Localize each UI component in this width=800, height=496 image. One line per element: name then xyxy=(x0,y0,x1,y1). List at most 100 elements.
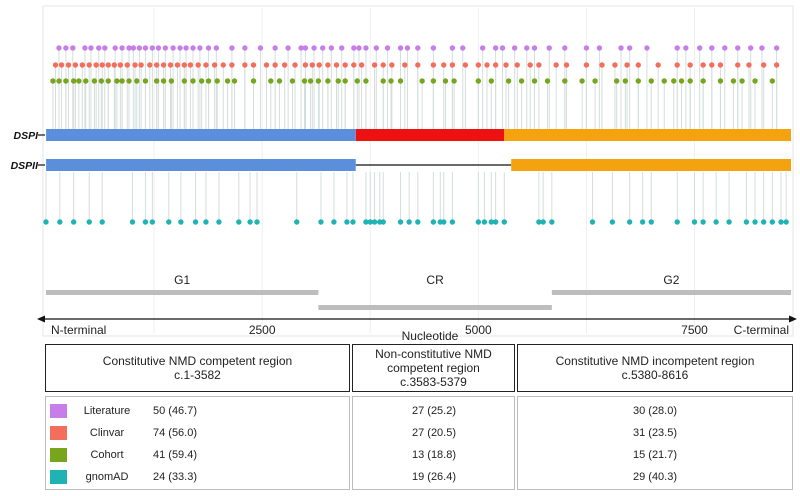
gnomad-point xyxy=(743,219,750,225)
gnomad-point xyxy=(449,219,456,225)
region-box-nmd-incompetent: Constitutive NMD incompetent region c.53… xyxy=(517,344,793,392)
gnomad-point xyxy=(674,219,680,225)
gnomad-point xyxy=(481,219,488,225)
cohort-point xyxy=(661,78,667,84)
clinvar-point xyxy=(105,62,111,68)
literature-point xyxy=(397,45,404,51)
gnomad-point xyxy=(142,219,149,225)
clinvar-point xyxy=(358,62,365,68)
cohort-point xyxy=(739,78,745,84)
region-bar xyxy=(46,290,319,295)
gnomad-point xyxy=(783,219,789,225)
region-label: G2 xyxy=(663,273,679,287)
gnomad-point xyxy=(57,219,63,225)
cohort-point xyxy=(105,78,111,84)
table-cell: 50 (46.7) xyxy=(152,405,198,417)
clinvar-point xyxy=(674,62,680,68)
cohort-point xyxy=(505,78,512,84)
table-cell: 13 (18.8) xyxy=(411,449,457,461)
cohort-point xyxy=(380,78,386,84)
cohort-point xyxy=(430,78,437,84)
cohort-point xyxy=(134,78,140,84)
cohort-point xyxy=(562,78,568,84)
clinvar-point xyxy=(167,62,174,68)
clinvar-point xyxy=(503,62,509,68)
literature-point xyxy=(759,45,765,51)
table-cell: 27 (25.2) xyxy=(411,405,457,417)
literature-point xyxy=(356,45,362,51)
cohort-point xyxy=(114,78,120,84)
gnomad-point xyxy=(216,219,222,225)
clinvar-point xyxy=(430,62,437,68)
gnomad-point xyxy=(371,219,378,225)
clinvar-point xyxy=(536,62,542,68)
literature-point xyxy=(183,45,189,51)
literature-point xyxy=(618,45,624,51)
gnomad-point xyxy=(86,219,92,225)
cohort-point xyxy=(518,78,525,84)
table-cell: 29 (40.3) xyxy=(632,471,678,483)
clinvar-point xyxy=(181,62,188,68)
legend-swatch xyxy=(50,448,67,462)
cohort-point xyxy=(268,78,274,84)
gnomad-point xyxy=(236,219,242,225)
cohort-point xyxy=(544,78,551,84)
clinvar-point xyxy=(760,62,767,68)
literature-point xyxy=(285,45,291,51)
clinvar-point xyxy=(242,62,248,68)
cohort-point xyxy=(126,78,132,84)
literature-point xyxy=(373,45,380,51)
isoform-label: DSPI xyxy=(13,130,39,142)
literature-point xyxy=(197,45,203,51)
literature-point xyxy=(583,45,590,51)
clinvar-point xyxy=(635,62,641,68)
literature-point xyxy=(449,45,456,51)
clinvar-point xyxy=(624,62,630,68)
cohort-point xyxy=(700,78,706,84)
clinvar-point xyxy=(302,62,309,68)
clinvar-point xyxy=(250,62,257,68)
table-cell: 31 (23.5) xyxy=(632,427,678,439)
gnomad-point xyxy=(626,219,633,225)
clinvar-point xyxy=(281,62,288,68)
cohort-point xyxy=(442,78,449,84)
gnomad-point xyxy=(691,219,698,225)
table-cell: 15 (21.7) xyxy=(632,449,678,461)
clinvar-point xyxy=(72,62,79,68)
cohort-point xyxy=(488,78,495,84)
gnomad-point xyxy=(178,219,184,225)
lollipop-chart: DSPI DSPII G1 CR G2 2500 5000 7500 N-terminal C… xyxy=(11,5,797,340)
gnomad-point xyxy=(475,219,482,225)
region-box-title-line: competent region xyxy=(387,361,480,375)
literature-point xyxy=(683,45,689,51)
cohort-point xyxy=(91,78,98,84)
x-tick-label: 5000 xyxy=(465,323,492,337)
literature-point xyxy=(149,45,156,51)
cohort-point xyxy=(671,78,677,84)
gnomad-point xyxy=(294,219,300,225)
region-bar xyxy=(551,290,791,295)
table-cell: 27 (20.5) xyxy=(411,427,457,439)
region-box-title: Constitutive NMD incompetent region xyxy=(555,354,755,368)
gnomad-point xyxy=(769,219,776,225)
literature-point xyxy=(119,45,125,51)
cohort-point xyxy=(717,78,724,84)
literature-point xyxy=(404,45,411,51)
clinvar-point xyxy=(325,62,331,68)
clinvar-point xyxy=(612,62,618,68)
literature-point xyxy=(363,45,369,51)
clinvar-point xyxy=(79,62,86,68)
gnomad-point xyxy=(639,219,646,225)
literature-point xyxy=(748,45,754,51)
cohort-point xyxy=(289,78,296,84)
cohort-point xyxy=(301,78,308,84)
clinvar-point xyxy=(527,62,533,68)
literature-point xyxy=(142,45,149,51)
clinvar-point xyxy=(389,62,395,68)
table-cell: 24 (33.3) xyxy=(152,471,198,483)
gnomad-point xyxy=(760,219,767,225)
cohort-point xyxy=(168,78,175,84)
x-tick-label: 7500 xyxy=(681,323,708,337)
clinvar-point xyxy=(220,62,226,68)
cohort-point xyxy=(397,78,404,84)
